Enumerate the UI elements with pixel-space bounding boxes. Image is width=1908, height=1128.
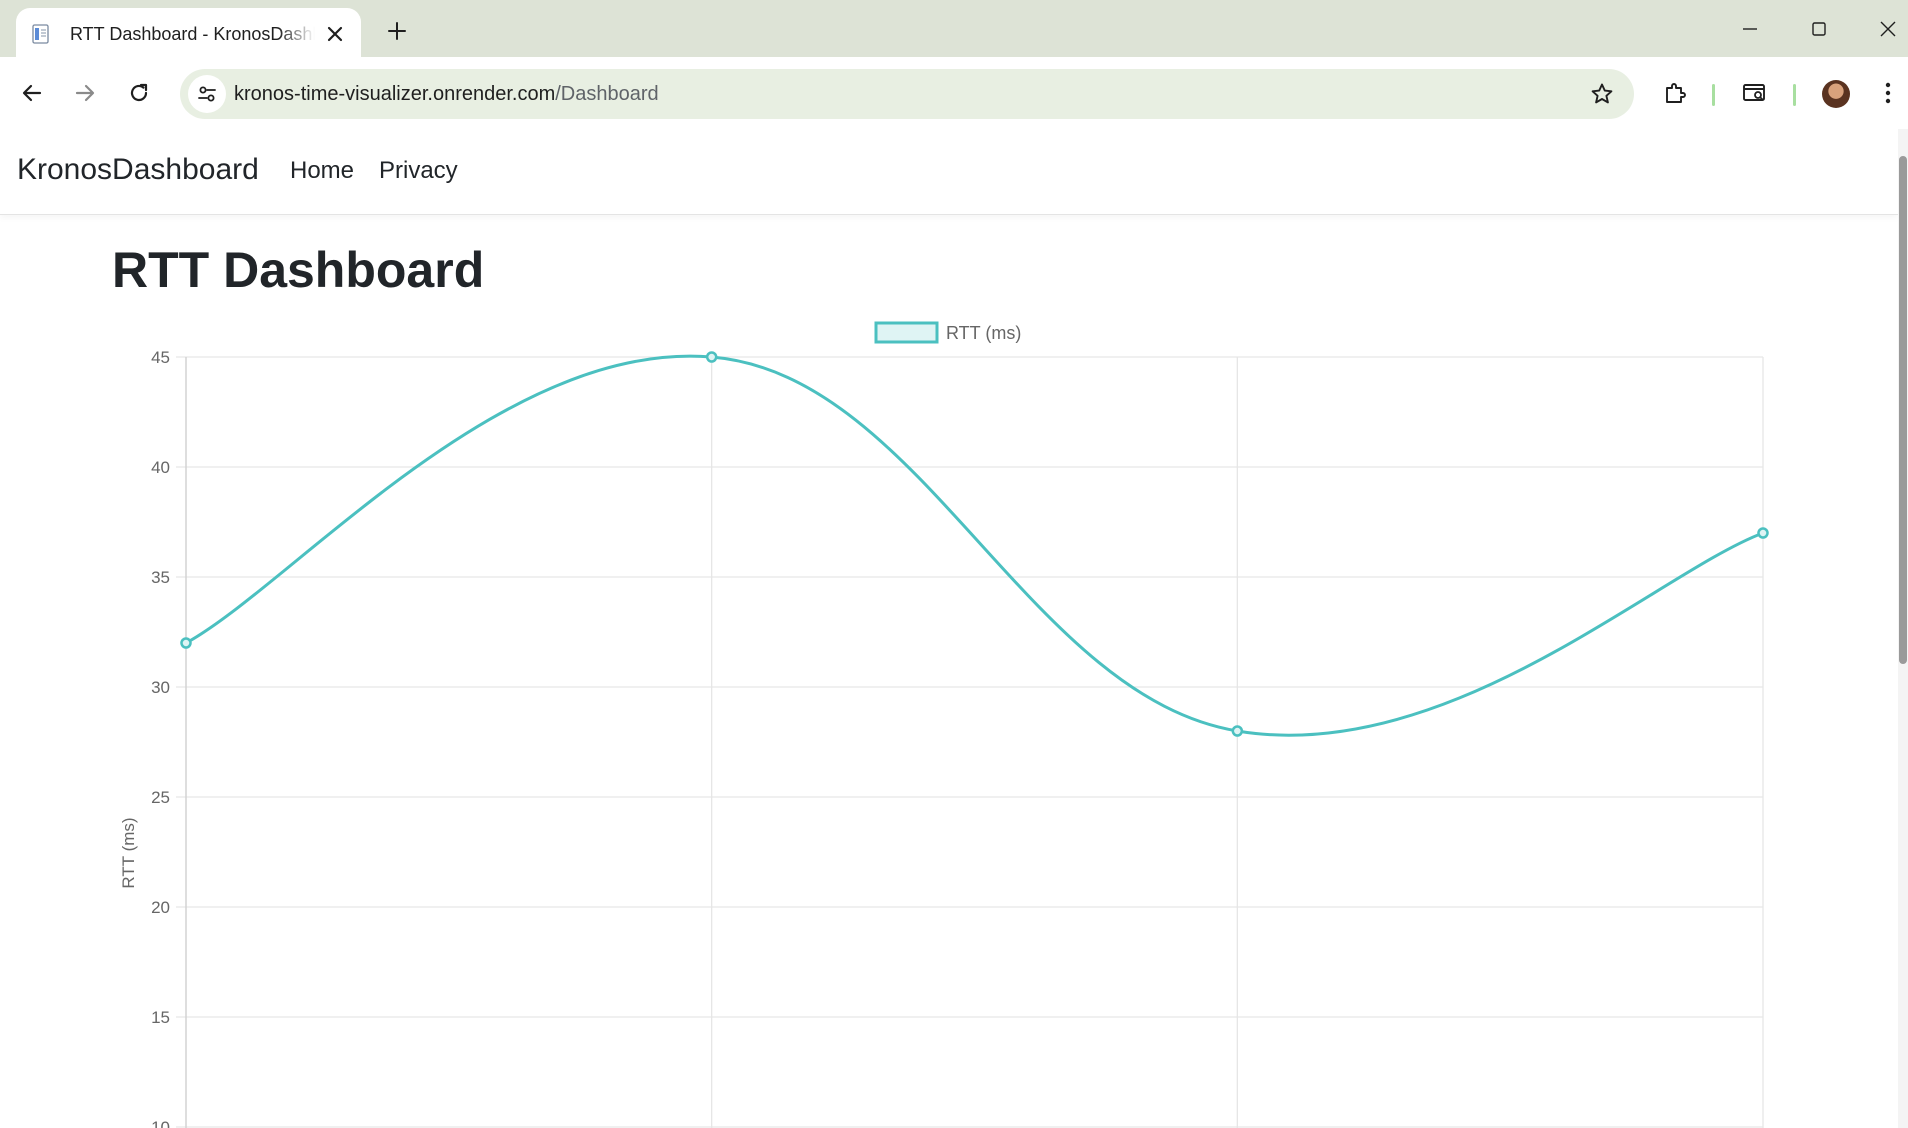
plus-icon [388,22,406,40]
address-bar[interactable]: kronos-time-visualizer.onrender.com/Dash… [180,69,1634,119]
browser-toolbar: kronos-time-visualizer.onrender.com/Dash… [0,57,1908,129]
minimize-icon [1743,28,1757,30]
close-icon [1880,21,1896,37]
site-info-button[interactable] [188,75,226,113]
data-point[interactable] [705,351,718,363]
profile-avatar[interactable] [1822,80,1850,108]
y-tick-label: 40 [151,458,170,477]
tab-title: RTT Dashboard - KronosDashboard [70,23,315,44]
y-tick-label: 45 [151,348,170,367]
reload-icon [130,83,148,102]
tab-search-icon[interactable] [1735,73,1775,113]
y-axis-title: RTT (ms) [119,817,138,888]
y-tick-label: 30 [151,678,170,697]
back-button[interactable] [12,73,52,113]
legend-label: RTT (ms) [946,323,1021,343]
browser-tab[interactable]: RTT Dashboard - KronosDashboard [16,8,361,60]
y-tick-label: 25 [151,788,170,807]
y-tick-label: 35 [151,568,170,587]
menu-kebab-icon[interactable] [1868,73,1908,113]
y-tick-label: 20 [151,898,170,917]
y-tick-label: 10 [151,1118,170,1128]
legend-swatch [874,321,939,344]
close-tab-icon[interactable] [321,20,349,48]
new-tab-button[interactable] [380,14,414,48]
minimize-button[interactable] [1724,10,1776,48]
maximize-icon [1812,22,1826,36]
url-domain: kronos-time-visualizer.onrender.com [234,83,556,105]
toolbar-divider [1712,84,1715,106]
scrollbar-thumb[interactable] [1899,156,1907,664]
arrow-right-icon [75,84,95,102]
tune-icon [198,86,216,102]
data-point[interactable] [1757,527,1769,539]
rtt-line-chart: 45 40 35 30 25 20 15 10 RTT (ms) RTT (ms) [119,321,1769,1128]
reload-button[interactable] [119,73,159,113]
forward-button[interactable] [65,73,105,113]
extensions-icon[interactable] [1655,73,1695,113]
data-point[interactable] [1231,725,1244,737]
maximize-button[interactable] [1793,10,1845,48]
url-text: kronos-time-visualizer.onrender.com/Dash… [234,83,659,106]
data-point[interactable] [180,637,192,649]
bookmark-star-icon[interactable] [1588,80,1616,108]
web-page: KronosDashboard Home Privacy RTT Dashboa… [0,129,1898,1128]
browser-tab-strip: RTT Dashboard - KronosDashboard [0,0,1908,60]
rtt-series-line [185,354,1764,737]
arrow-left-icon [22,84,42,102]
y-tick-label: 15 [151,1008,170,1027]
page-favicon-icon [32,24,49,44]
close-window-button[interactable] [1862,10,1908,48]
toolbar-divider [1793,84,1796,106]
url-path: /Dashboard [555,83,659,105]
